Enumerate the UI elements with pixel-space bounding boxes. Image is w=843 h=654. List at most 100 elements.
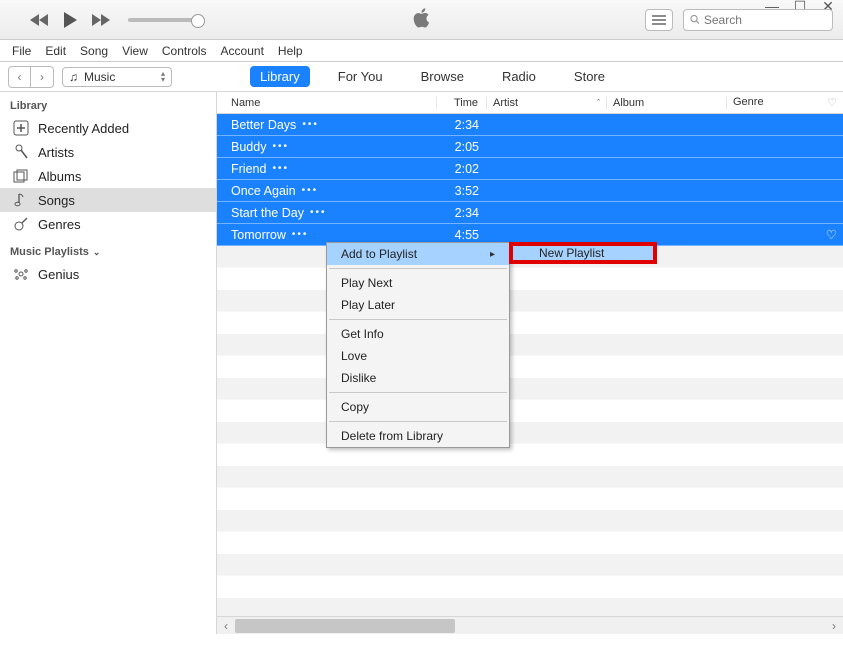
- ctx-dislike[interactable]: Dislike: [327, 367, 509, 389]
- heart-column-icon: ♡: [821, 96, 843, 109]
- sort-arrow-icon: ˆ: [597, 98, 600, 108]
- sidebar-albums[interactable]: Albums: [0, 164, 216, 188]
- empty-row: [217, 554, 843, 576]
- more-icon[interactable]: •••: [302, 185, 319, 196]
- song-row[interactable]: Start the Day•••2:34: [217, 202, 843, 224]
- ctx-delete[interactable]: Delete from Library: [327, 425, 509, 447]
- menubar: File Edit Song View Controls Account Hel…: [0, 40, 843, 62]
- song-row[interactable]: Better Days•••2:34: [217, 114, 843, 136]
- navbar: ‹ › ♫ Music ▴▾ Library For You Browse Ra…: [0, 62, 843, 92]
- title-right-tools: [645, 9, 833, 31]
- empty-row: [217, 334, 843, 356]
- submenu-new-playlist[interactable]: New Playlist: [509, 242, 657, 264]
- guitar-icon: [12, 215, 30, 233]
- play-button[interactable]: [58, 8, 82, 32]
- sidebar-header-library: Library: [0, 96, 216, 116]
- scroll-right-arrow[interactable]: ›: [825, 619, 843, 633]
- tab-for-you[interactable]: For You: [328, 66, 393, 87]
- sidebar-header-playlists[interactable]: Music Playlists ⌄: [0, 236, 216, 262]
- menu-account[interactable]: Account: [221, 44, 264, 58]
- horizontal-scrollbar[interactable]: ‹ ›: [217, 616, 843, 634]
- ctx-play-next[interactable]: Play Next: [327, 272, 509, 294]
- empty-row: [217, 444, 843, 466]
- sidebar-recently-added[interactable]: Recently Added: [0, 116, 216, 140]
- sidebar-genius[interactable]: Genius: [0, 262, 216, 286]
- tab-radio[interactable]: Radio: [492, 66, 546, 87]
- albums-icon: [12, 167, 30, 185]
- menu-edit[interactable]: Edit: [45, 44, 66, 58]
- tab-browse[interactable]: Browse: [411, 66, 474, 87]
- menu-song[interactable]: Song: [80, 44, 108, 58]
- list-view-button[interactable]: [645, 9, 673, 31]
- nav-tabs: Library For You Browse Radio Store: [250, 66, 615, 87]
- tab-library[interactable]: Library: [250, 66, 310, 87]
- sidebar: Library Recently Added Artists Albums So…: [0, 92, 217, 634]
- music-note-icon: [12, 191, 30, 209]
- search-input[interactable]: [704, 13, 826, 27]
- ctx-love[interactable]: Love: [327, 345, 509, 367]
- search-box[interactable]: [683, 9, 833, 31]
- song-row[interactable]: Buddy•••2:05: [217, 136, 843, 158]
- menu-file[interactable]: File: [12, 44, 31, 58]
- song-row[interactable]: Friend•••2:02: [217, 158, 843, 180]
- heart-icon[interactable]: ♡: [826, 227, 837, 242]
- ctx-separator: [329, 268, 507, 269]
- menu-help[interactable]: Help: [278, 44, 303, 58]
- column-headers: Name Time Artistˆ Album Genre♡: [217, 92, 843, 114]
- context-menu: Add to Playlist▸ Play Next Play Later Ge…: [326, 242, 510, 448]
- ctx-get-info[interactable]: Get Info: [327, 323, 509, 345]
- media-type-dropdown[interactable]: ♫ Music ▴▾: [62, 67, 172, 87]
- empty-row: [217, 510, 843, 532]
- empty-row: [217, 268, 843, 290]
- empty-row: [217, 576, 843, 598]
- sidebar-item-label: Genres: [38, 217, 81, 232]
- ctx-copy[interactable]: Copy: [327, 396, 509, 418]
- more-icon[interactable]: •••: [310, 207, 327, 218]
- sidebar-genres[interactable]: Genres: [0, 212, 216, 236]
- ctx-separator: [329, 319, 507, 320]
- volume-slider[interactable]: [128, 18, 198, 22]
- sidebar-item-label: Artists: [38, 145, 74, 160]
- previous-button[interactable]: [28, 8, 52, 32]
- empty-row: [217, 378, 843, 400]
- next-button[interactable]: [88, 8, 112, 32]
- empty-row: [217, 290, 843, 312]
- ctx-separator: [329, 421, 507, 422]
- submenu-arrow-icon: ▸: [490, 249, 495, 260]
- column-name[interactable]: Name: [217, 97, 437, 109]
- sidebar-songs[interactable]: Songs: [0, 188, 216, 212]
- menu-controls[interactable]: Controls: [162, 44, 207, 58]
- sidebar-item-label: Recently Added: [38, 121, 129, 136]
- empty-row: [217, 488, 843, 510]
- column-album[interactable]: Album: [607, 97, 727, 109]
- chevron-updown-icon: ▴▾: [161, 71, 165, 83]
- ctx-play-later[interactable]: Play Later: [327, 294, 509, 316]
- music-note-icon: ♫: [69, 70, 78, 84]
- apple-logo-icon: [412, 6, 432, 33]
- song-row[interactable]: Once Again•••3:52: [217, 180, 843, 202]
- empty-row: [217, 422, 843, 444]
- more-icon[interactable]: •••: [272, 163, 289, 174]
- menu-view[interactable]: View: [122, 44, 148, 58]
- sidebar-artists[interactable]: Artists: [0, 140, 216, 164]
- more-icon[interactable]: •••: [292, 229, 309, 240]
- ctx-add-to-playlist[interactable]: Add to Playlist▸: [327, 243, 509, 265]
- column-artist[interactable]: Artistˆ: [487, 97, 607, 109]
- empty-row: [217, 356, 843, 378]
- scroll-thumb[interactable]: [235, 619, 455, 633]
- nav-forward-button[interactable]: ›: [31, 67, 53, 87]
- titlebar: — ☐ ✕: [0, 0, 843, 40]
- column-time[interactable]: Time: [437, 97, 487, 109]
- nav-back-button[interactable]: ‹: [9, 67, 31, 87]
- more-icon[interactable]: •••: [272, 141, 289, 152]
- scroll-left-arrow[interactable]: ‹: [217, 619, 235, 633]
- more-icon[interactable]: •••: [302, 119, 319, 130]
- sidebar-item-label: Albums: [38, 169, 81, 184]
- column-genre[interactable]: Genre♡: [727, 96, 843, 109]
- tab-store[interactable]: Store: [564, 66, 615, 87]
- search-icon: [690, 14, 700, 25]
- sidebar-item-label: Genius: [38, 267, 79, 282]
- recently-added-icon: [12, 119, 30, 137]
- dropdown-label: Music: [84, 70, 115, 84]
- microphone-icon: [12, 143, 30, 161]
